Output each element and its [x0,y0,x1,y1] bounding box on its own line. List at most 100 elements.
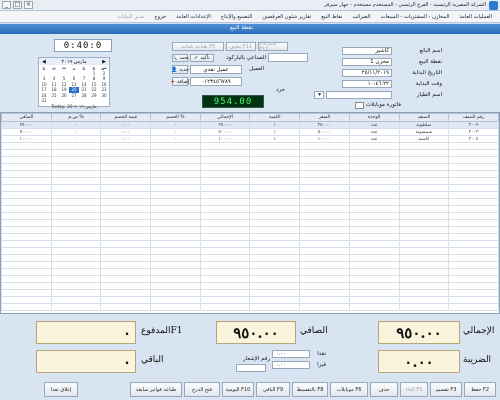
calendar-day[interactable]: 26 [59,93,69,99]
table-cell[interactable] [398,156,450,164]
table-cell[interactable] [100,219,152,227]
table-cell[interactable] [150,198,201,206]
table-cell[interactable] [448,205,499,213]
table-cell[interactable] [348,233,400,241]
table-cell[interactable] [150,170,201,178]
table-cell[interactable] [398,289,450,297]
table-row[interactable] [1,268,499,276]
table-cell[interactable]: ١ [249,128,301,136]
table-cell[interactable] [199,142,251,150]
table-cell[interactable] [100,149,152,157]
table-cell[interactable] [50,275,102,283]
hold-button[interactable]: تعليق F11 [226,42,256,51]
table-cell[interactable] [249,226,301,234]
table-cell[interactable] [299,212,350,220]
table-cell[interactable] [199,268,251,276]
table-cell[interactable] [398,205,450,213]
table-cell[interactable]: ٥٠٠.٠٠ [1,128,52,136]
table-cell[interactable] [299,191,350,199]
table-row[interactable] [1,191,499,199]
table-cell[interactable] [249,240,301,248]
calendar-day[interactable]: 28 [79,93,89,99]
table-cell[interactable]: ٠ [150,128,201,136]
table-row[interactable] [1,233,499,241]
table-cell[interactable] [348,149,400,157]
table-cell[interactable] [50,240,102,248]
table-cell[interactable] [348,240,400,248]
table-cell[interactable] [150,212,201,220]
table-cell[interactable] [199,254,251,262]
table-cell[interactable] [1,177,52,185]
seller-input[interactable]: كاشير [342,47,392,55]
table-cell[interactable] [199,198,251,206]
table-cell[interactable] [1,282,52,290]
table-cell[interactable] [150,163,201,171]
table-cell[interactable] [448,233,499,241]
table-cell[interactable] [299,177,350,185]
table-cell[interactable] [299,296,350,304]
table-cell[interactable] [249,163,301,171]
table-cell[interactable] [199,261,251,269]
column-header[interactable]: الإجمالي [199,113,251,122]
table-cell[interactable] [199,205,251,213]
table-row[interactable] [1,240,499,248]
table-cell[interactable]: ١٠٠.٠٠ [1,135,52,143]
table-cell[interactable] [199,282,251,290]
close-button[interactable]: × [24,1,33,9]
table-cell[interactable] [150,240,201,248]
table-cell[interactable] [50,177,102,185]
table-cell[interactable] [199,247,251,255]
table-cell[interactable]: ٣٠٠٣ [448,128,499,136]
table-cell[interactable]: ٣٥٠.٠٠ [1,121,52,129]
table-cell[interactable] [348,261,400,269]
mobiles-f6-button[interactable]: موبايلات F6 [330,382,368,397]
table-cell[interactable] [1,170,52,178]
column-header[interactable]: قيمة الخصم [100,113,152,122]
table-row[interactable] [1,296,499,304]
table-cell[interactable] [348,219,400,227]
table-cell[interactable] [150,261,201,269]
table-cell[interactable] [1,303,52,311]
table-cell[interactable] [448,282,499,290]
table-cell[interactable] [299,170,350,178]
table-cell[interactable] [448,170,499,178]
table-cell[interactable] [50,142,102,150]
table-cell[interactable] [100,268,152,276]
table-cell[interactable] [199,170,251,178]
table-cell[interactable] [299,205,350,213]
table-cell[interactable] [150,303,201,311]
card-input[interactable]: ٠.٠٠ [272,361,310,369]
table-cell[interactable] [100,240,152,248]
table-cell[interactable] [249,233,301,241]
table-cell[interactable] [50,198,102,206]
table-cell[interactable]: ٠ [50,128,102,136]
table-cell[interactable] [100,275,152,283]
table-cell[interactable] [1,163,52,171]
table-cell[interactable] [448,191,499,199]
table-cell[interactable] [448,268,499,276]
table-cell[interactable] [398,184,450,192]
table-cell[interactable] [100,142,152,150]
table-cell[interactable] [1,184,52,192]
table-cell[interactable] [249,296,301,304]
table-cell[interactable] [398,163,450,171]
table-cell[interactable] [50,191,102,199]
new-customer-button[interactable]: 👤 جديد [171,65,189,74]
table-cell[interactable] [1,289,52,297]
customer-input[interactable]: عميل نقدي [190,65,242,74]
table-cell[interactable] [199,275,251,283]
column-header[interactable]: الصافي [1,113,52,122]
add-customer-button[interactable]: + إضافة [171,77,189,86]
table-cell[interactable] [1,296,52,304]
next-month-icon[interactable]: ▶ [102,59,106,65]
table-cell[interactable] [398,303,450,311]
table-cell[interactable] [348,163,400,171]
table-cell[interactable] [150,289,201,297]
table-cell[interactable]: ٣٠٠٤ [448,135,499,143]
table-cell[interactable] [299,261,350,269]
table-cell[interactable] [249,261,301,269]
table-cell[interactable] [100,156,152,164]
column-header[interactable]: الكمية [249,113,301,122]
table-row[interactable] [1,226,499,234]
cancel-f5-button[interactable]: الغاء F5 [400,382,428,397]
